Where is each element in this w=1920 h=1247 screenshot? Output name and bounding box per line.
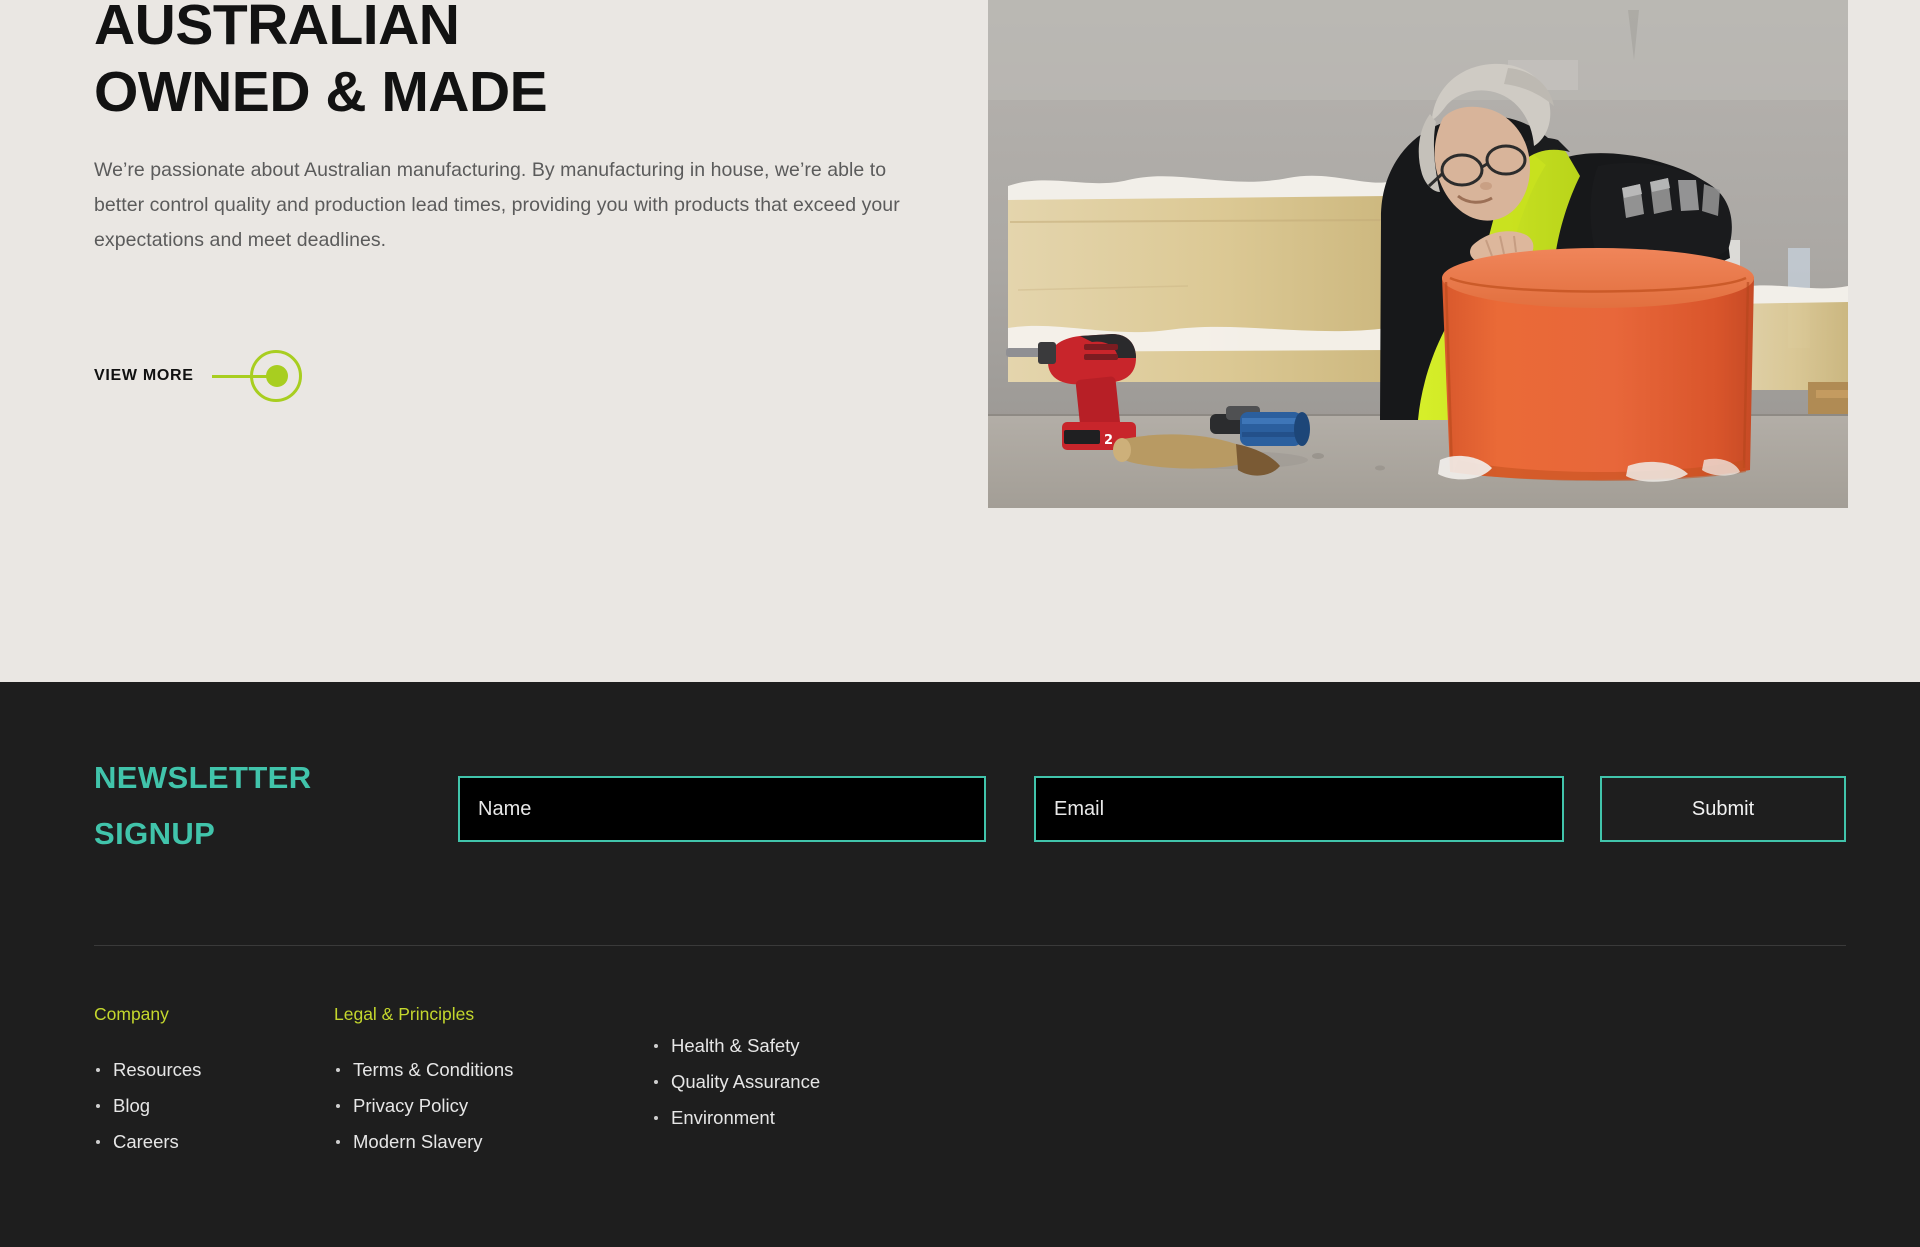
- footer-link-columns: Company Resources Blog Careers Legal & P…: [94, 1002, 972, 1160]
- newsletter-title-line-1: NEWSLETTER: [94, 760, 312, 795]
- footer-column-company: Company Resources Blog Careers: [94, 1002, 334, 1160]
- name-input[interactable]: [458, 776, 986, 842]
- footer-link-health-safety[interactable]: Health & Safety: [652, 1028, 972, 1064]
- footer-divider: [94, 945, 1846, 946]
- view-more-link[interactable]: VIEW MORE: [94, 350, 302, 402]
- footer-column-principles: Health & Safety Quality Assurance Enviro…: [652, 1002, 972, 1160]
- australian-made-section: AUSTRALIAN OWNED & MADE We’re passionate…: [0, 0, 1920, 682]
- footer-links-company: Resources Blog Careers: [94, 1052, 334, 1160]
- workshop-photo: 2: [988, 0, 1848, 508]
- footer-links-principles: Health & Safety Quality Assurance Enviro…: [652, 1028, 972, 1136]
- arrow-circle-icon: [211, 350, 302, 402]
- footer-link-resources[interactable]: Resources: [94, 1052, 334, 1088]
- hero-paragraph: We’re passionate about Australian manufa…: [94, 158, 900, 251]
- footer-link-environment[interactable]: Environment: [652, 1100, 972, 1136]
- svg-text:2: 2: [1104, 433, 1113, 448]
- footer-column-legal: Legal & Principles Terms & Conditions Pr…: [334, 1002, 652, 1160]
- hero-copy: AUSTRALIAN OWNED & MADE We’re passionate…: [94, 0, 924, 258]
- footer-link-privacy-policy[interactable]: Privacy Policy: [334, 1088, 652, 1124]
- footer-link-modern-slavery[interactable]: Modern Slavery: [334, 1124, 652, 1160]
- page-root: AUSTRALIAN OWNED & MADE We’re passionate…: [0, 0, 1920, 1247]
- footer-link-quality-assurance[interactable]: Quality Assurance: [652, 1064, 972, 1100]
- workshop-photo-svg: 2: [988, 0, 1848, 508]
- email-input[interactable]: [1034, 776, 1564, 842]
- footer-links-legal: Terms & Conditions Privacy Policy Modern…: [334, 1052, 652, 1160]
- footer-column-heading-company: Company: [94, 1004, 169, 1024]
- newsletter-title-line-2: SIGNUP: [94, 816, 216, 851]
- view-more-label: VIEW MORE: [94, 367, 194, 384]
- submit-button[interactable]: Submit: [1600, 776, 1846, 842]
- site-footer: NEWSLETTER SIGNUP Submit Company Resourc…: [0, 682, 1920, 1247]
- headline-line-1: AUSTRALIAN: [94, 0, 460, 57]
- headline-line-2: OWNED & MADE: [94, 60, 548, 125]
- arrow-dot: [265, 365, 288, 387]
- newsletter-signup: NEWSLETTER SIGNUP Submit: [0, 750, 1920, 851]
- newsletter-title: NEWSLETTER SIGNUP: [94, 750, 424, 862]
- footer-link-terms-conditions[interactable]: Terms & Conditions: [334, 1052, 652, 1088]
- footer-link-careers[interactable]: Careers: [94, 1124, 334, 1160]
- page-title: AUSTRALIAN OWNED & MADE: [94, 0, 924, 127]
- footer-link-blog[interactable]: Blog: [94, 1088, 334, 1124]
- footer-column-heading-legal: Legal & Principles: [334, 1004, 475, 1024]
